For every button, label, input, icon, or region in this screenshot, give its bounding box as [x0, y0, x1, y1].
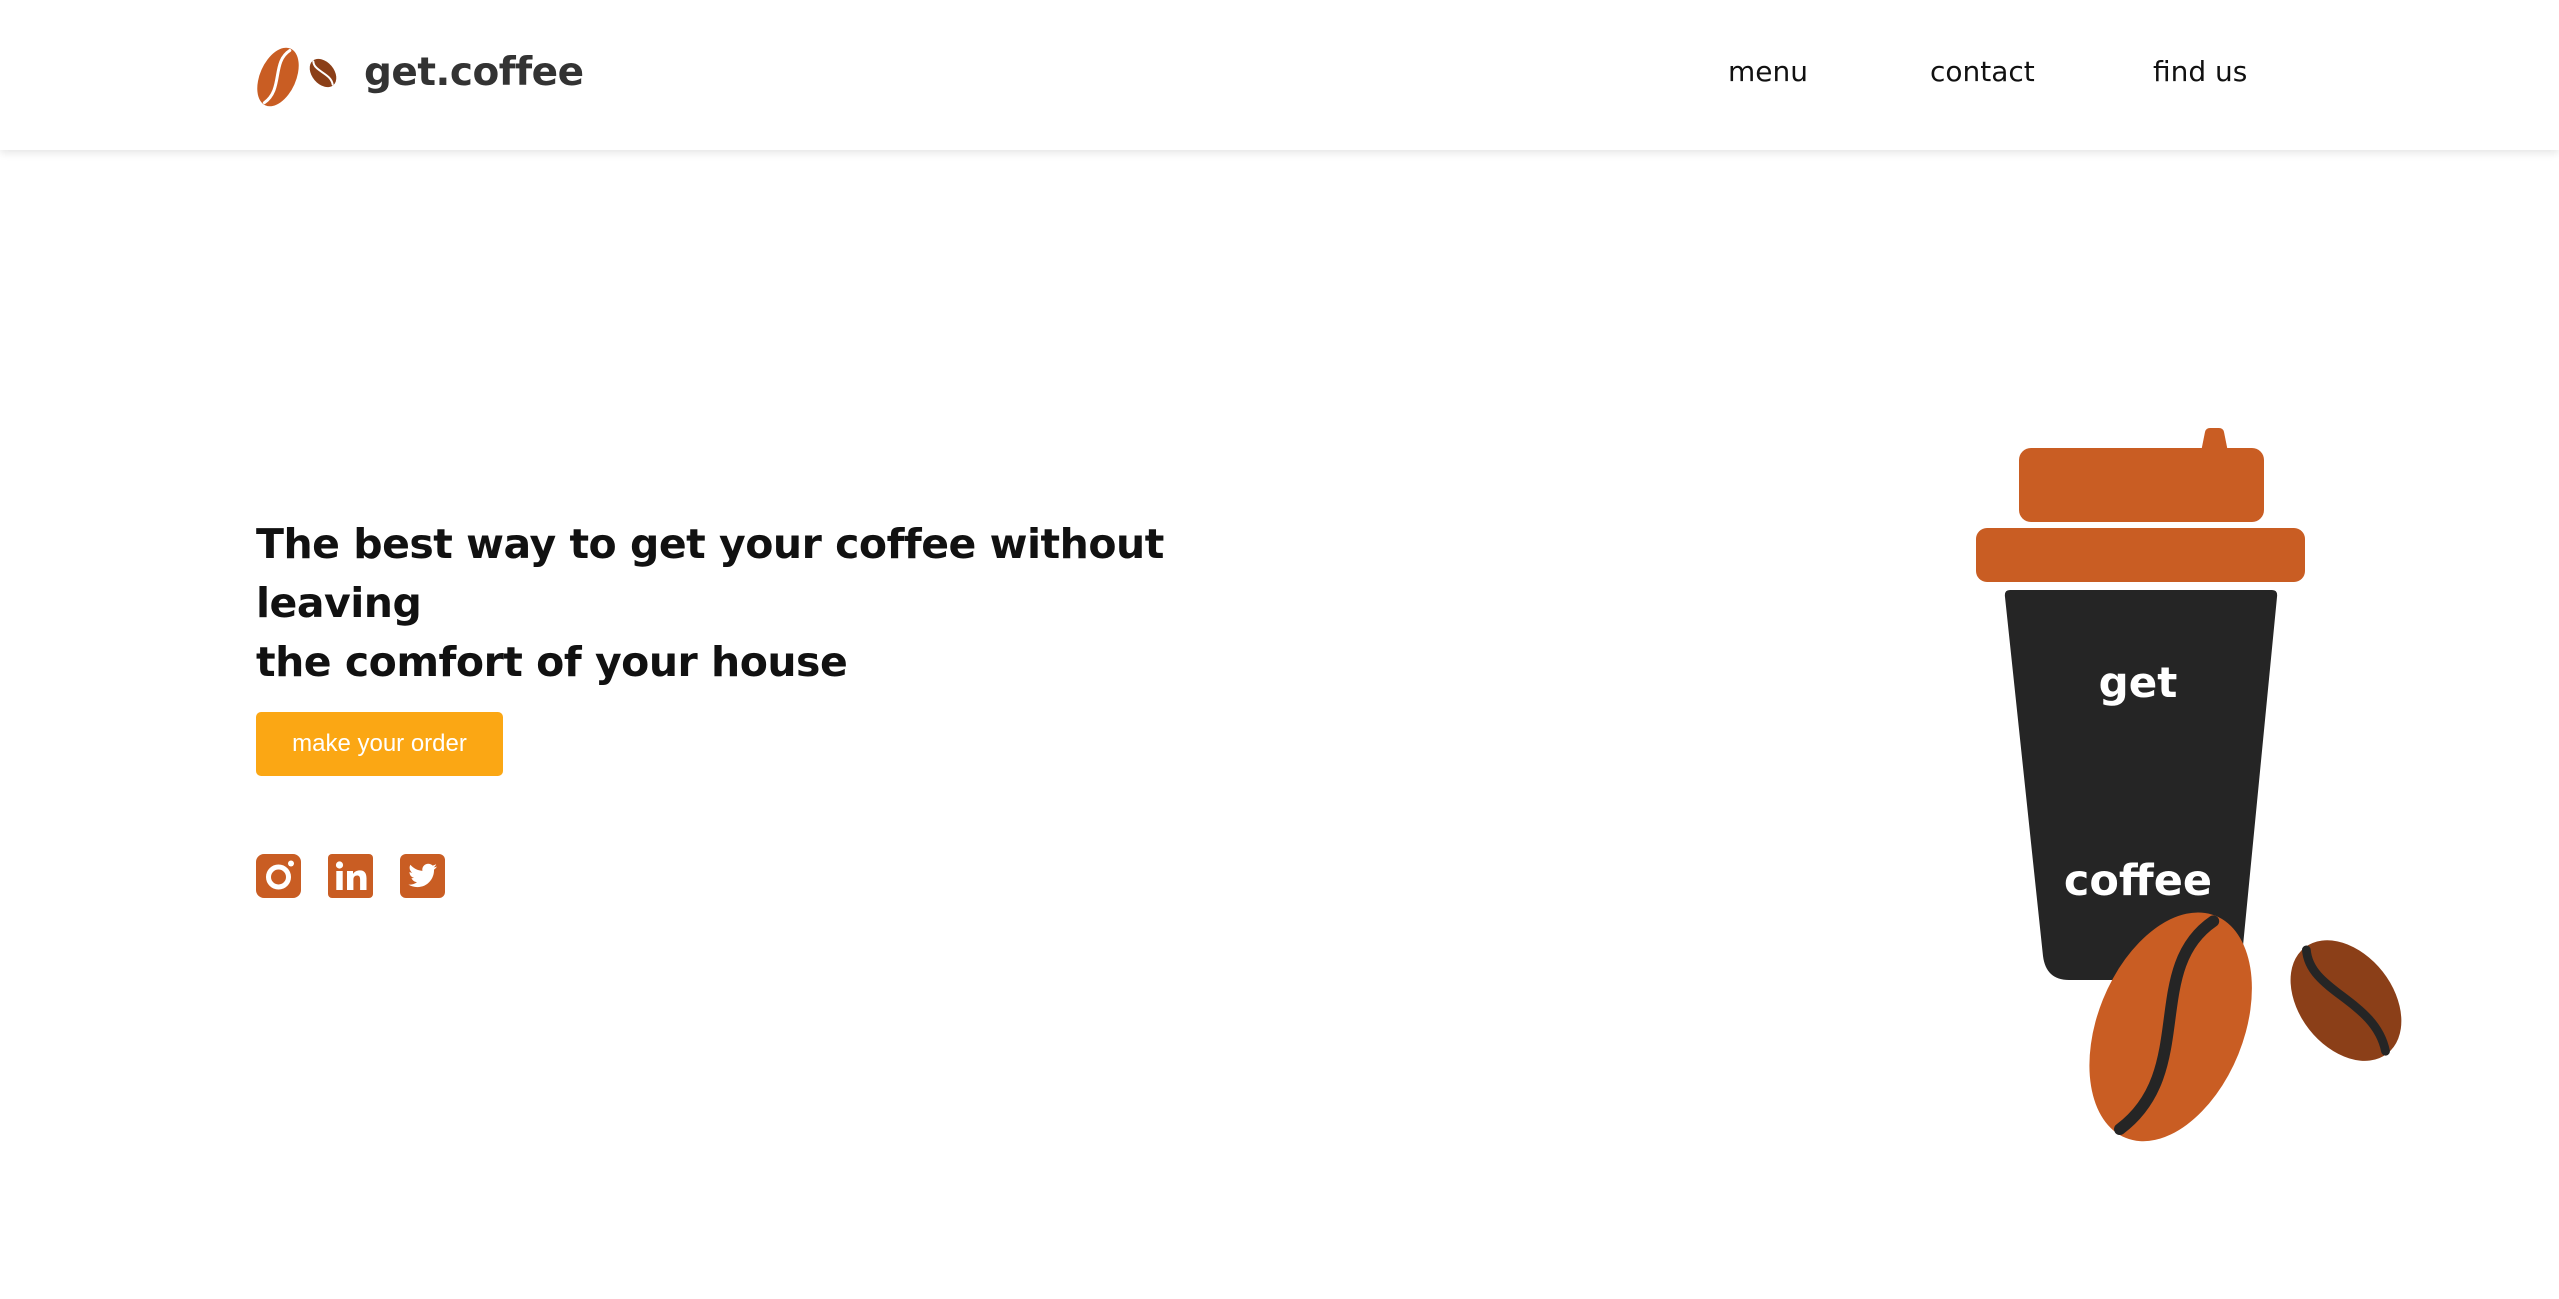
coffee-beans-icon — [2089, 912, 2402, 1142]
twitter-icon[interactable] — [400, 854, 445, 898]
hero-title: The best way to get your coffee without … — [256, 515, 1256, 692]
nav-item-contact[interactable]: contact — [1930, 52, 2035, 92]
hero-title-line-1: The best way to get your coffee without … — [256, 520, 1164, 627]
social-links — [256, 854, 445, 898]
hero-title-line-2: the comfort of your house — [256, 638, 848, 686]
linkedin-icon[interactable] — [328, 854, 373, 898]
nav-item-menu[interactable]: menu — [1728, 52, 1808, 92]
site-header: get.coffee menu contact find us — [0, 0, 2559, 150]
main-nav: menu contact find us — [0, 52, 2559, 92]
cup-bottom-text: coffee — [2063, 856, 2213, 906]
instagram-icon[interactable] — [256, 854, 301, 898]
nav-item-find-us[interactable]: find us — [2153, 52, 2247, 92]
coffee-cup-illustration: get coffee — [1970, 428, 2402, 1142]
make-order-button[interactable]: make your order — [256, 712, 503, 776]
cup-top-text: get — [2098, 658, 2178, 707]
